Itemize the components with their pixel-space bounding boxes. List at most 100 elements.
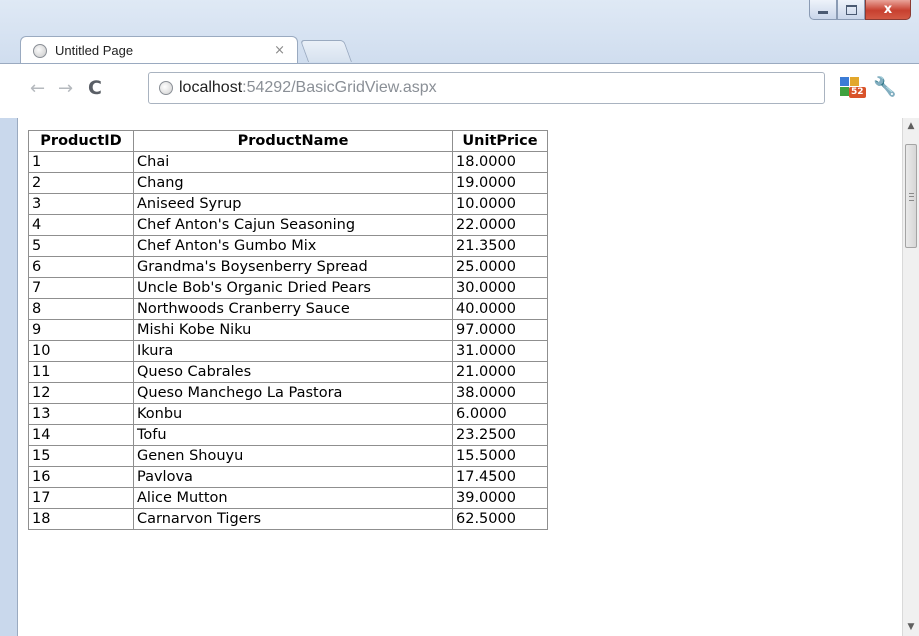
cell-productname: Genen Shouyu: [133, 445, 453, 467]
cell-unitprice: 97.0000: [452, 319, 548, 341]
table-row: 14 Tofu 23.2500: [28, 424, 548, 446]
table-row: 9 Mishi Kobe Niku 97.0000: [28, 319, 548, 341]
header-productid: ProductID: [28, 130, 134, 152]
cell-unitprice: 21.0000: [452, 361, 548, 383]
cell-unitprice: 30.0000: [452, 277, 548, 299]
maximize-button[interactable]: [837, 0, 865, 20]
extension-icon[interactable]: 52: [840, 77, 866, 99]
cell-unitprice: 15.5000: [452, 445, 548, 467]
cell-unitprice: 6.0000: [452, 403, 548, 425]
header-unitprice: UnitPrice: [452, 130, 548, 152]
table-row: 4 Chef Anton's Cajun Seasoning 22.0000: [28, 214, 548, 236]
cell-productid: 4: [28, 214, 134, 236]
cell-unitprice: 31.0000: [452, 340, 548, 362]
header-productname: ProductName: [133, 130, 453, 152]
cell-productid: 1: [28, 151, 134, 173]
table-row: 8 Northwoods Cranberry Sauce 40.0000: [28, 298, 548, 320]
cell-productid: 13: [28, 403, 134, 425]
page-content: ProductID ProductName UnitPrice 1 Chai 18.…: [17, 118, 902, 636]
globe-icon: [33, 43, 47, 58]
address-bar[interactable]: localhost:54292/BasicGridView.aspx: [148, 72, 825, 104]
scroll-thumb[interactable]: [905, 144, 917, 248]
cell-productname: Grandma's Boysenberry Spread: [133, 256, 453, 278]
cell-productname: Chef Anton's Gumbo Mix: [133, 235, 453, 257]
close-window-button[interactable]: x: [865, 0, 911, 20]
cell-productid: 2: [28, 172, 134, 194]
cell-productid: 11: [28, 361, 134, 383]
extension-icon-square: [840, 77, 849, 86]
reload-icon[interactable]: C: [88, 77, 102, 99]
vertical-scrollbar[interactable]: ▲ ▼: [902, 118, 919, 636]
cell-productname: Chang: [133, 172, 453, 194]
table-row: 18 Carnarvon Tigers 62.5000: [28, 508, 548, 530]
cell-productid: 8: [28, 298, 134, 320]
scroll-down-icon[interactable]: ▼: [903, 619, 919, 636]
cell-productid: 16: [28, 466, 134, 488]
tab-strip: Untitled Page ×: [0, 34, 919, 64]
maximize-icon: [845, 4, 857, 15]
page-globe-icon: [159, 81, 173, 95]
cell-productid: 18: [28, 508, 134, 530]
browser-window: x Untitled Page × ← → C localhost:54292/…: [0, 0, 919, 636]
cell-unitprice: 23.2500: [452, 424, 548, 446]
cell-unitprice: 10.0000: [452, 193, 548, 215]
table-row: 11 Queso Cabrales 21.0000: [28, 361, 548, 383]
cell-productname: Queso Cabrales: [133, 361, 453, 383]
forward-arrow-icon[interactable]: →: [58, 78, 73, 99]
cell-productname: Carnarvon Tigers: [133, 508, 453, 530]
tab-untitled-page[interactable]: Untitled Page ×: [20, 36, 298, 64]
cell-productid: 17: [28, 487, 134, 509]
cell-productname: Pavlova: [133, 466, 453, 488]
grip-icon: [909, 193, 914, 201]
table-row: 15 Genen Shouyu 15.5000: [28, 445, 548, 467]
cell-productid: 5: [28, 235, 134, 257]
back-arrow-icon[interactable]: ←: [30, 78, 45, 99]
table-row: 16 Pavlova 17.4500: [28, 466, 548, 488]
cell-unitprice: 38.0000: [452, 382, 548, 404]
window-controls: x: [809, 0, 911, 22]
table-row: 13 Konbu 6.0000: [28, 403, 548, 425]
cell-productname: Chef Anton's Cajun Seasoning: [133, 214, 453, 236]
table-row: 5 Chef Anton's Gumbo Mix 21.3500: [28, 235, 548, 257]
cell-productname: Ikura: [133, 340, 453, 362]
scroll-up-icon[interactable]: ▲: [903, 118, 919, 135]
table-row: 17 Alice Mutton 39.0000: [28, 487, 548, 509]
cell-productid: 12: [28, 382, 134, 404]
cell-unitprice: 17.4500: [452, 466, 548, 488]
cell-productid: 14: [28, 424, 134, 446]
cell-unitprice: 22.0000: [452, 214, 548, 236]
cell-unitprice: 25.0000: [452, 256, 548, 278]
grid-header-row: ProductID ProductName UnitPrice: [28, 130, 548, 152]
cell-productid: 7: [28, 277, 134, 299]
cell-productid: 10: [28, 340, 134, 362]
grid-body: 1 Chai 18.0000 2 Chang 19.0000 3 Aniseed Syrup 1…: [28, 151, 548, 530]
cell-productname: Alice Mutton: [133, 487, 453, 509]
cell-productid: 6: [28, 256, 134, 278]
cell-unitprice: 21.3500: [452, 235, 548, 257]
cell-productname: Northwoods Cranberry Sauce: [133, 298, 453, 320]
new-tab-button[interactable]: [299, 40, 353, 62]
cell-productname: Chai: [133, 151, 453, 173]
extension-badge: 52: [849, 87, 866, 98]
tab-close-icon[interactable]: ×: [274, 43, 285, 58]
cell-unitprice: 18.0000: [452, 151, 548, 173]
cell-productname: Aniseed Syrup: [133, 193, 453, 215]
wrench-icon[interactable]: 🔧: [873, 75, 897, 98]
cell-unitprice: 39.0000: [452, 487, 548, 509]
cell-unitprice: 62.5000: [452, 508, 548, 530]
toolbar: ← → C localhost:54292/BasicGridView.aspx…: [0, 63, 919, 118]
minimize-icon: [818, 11, 828, 14]
table-row: 6 Grandma's Boysenberry Spread 25.0000: [28, 256, 548, 278]
url-host: localhost: [179, 79, 243, 96]
cell-productname: Konbu: [133, 403, 453, 425]
table-row: 2 Chang 19.0000: [28, 172, 548, 194]
cell-unitprice: 40.0000: [452, 298, 548, 320]
cell-productid: 9: [28, 319, 134, 341]
cell-productname: Tofu: [133, 424, 453, 446]
minimize-button[interactable]: [809, 0, 837, 20]
table-row: 10 Ikura 31.0000: [28, 340, 548, 362]
table-row: 7 Uncle Bob's Organic Dried Pears 30.0000: [28, 277, 548, 299]
cell-productname: Mishi Kobe Niku: [133, 319, 453, 341]
cell-productid: 15: [28, 445, 134, 467]
products-grid: ProductID ProductName UnitPrice 1 Chai 18.…: [28, 130, 548, 530]
